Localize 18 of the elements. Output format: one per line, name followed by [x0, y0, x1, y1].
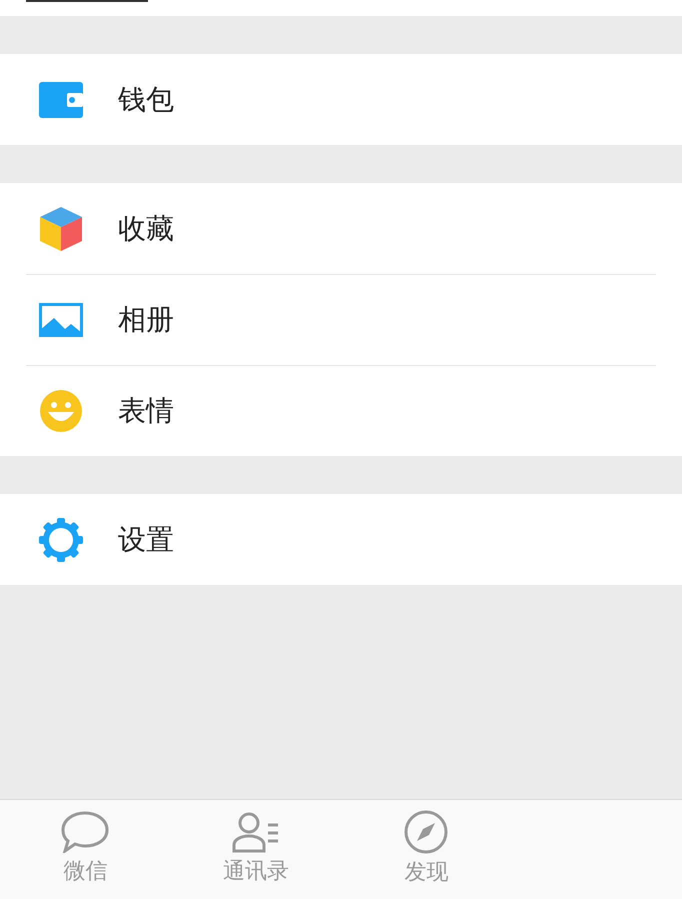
- menu-item[interactable]: 收藏: [0, 183, 682, 274]
- smiley-icon: [40, 390, 82, 432]
- contact-list-icon: [232, 811, 280, 853]
- menu-label: 设置: [118, 522, 174, 558]
- menu-label: 表情: [118, 392, 174, 428]
- menu-item[interactable]: 设置: [0, 494, 682, 585]
- menu-label: 收藏: [118, 210, 174, 246]
- menu-item[interactable]: 相册: [0, 274, 682, 365]
- menu-label: 钱包: [118, 82, 174, 118]
- menu-label: 相册: [118, 302, 174, 338]
- compass-icon: [404, 810, 448, 854]
- image-icon: [39, 302, 83, 336]
- cube-icon: [40, 206, 82, 250]
- chat-bubble-icon: [61, 811, 110, 853]
- menu-item[interactable]: 钱包: [0, 54, 682, 145]
- settings-icon: [39, 518, 83, 562]
- wallet-icon: [39, 82, 83, 118]
- menu-item[interactable]: 表情: [0, 365, 682, 456]
